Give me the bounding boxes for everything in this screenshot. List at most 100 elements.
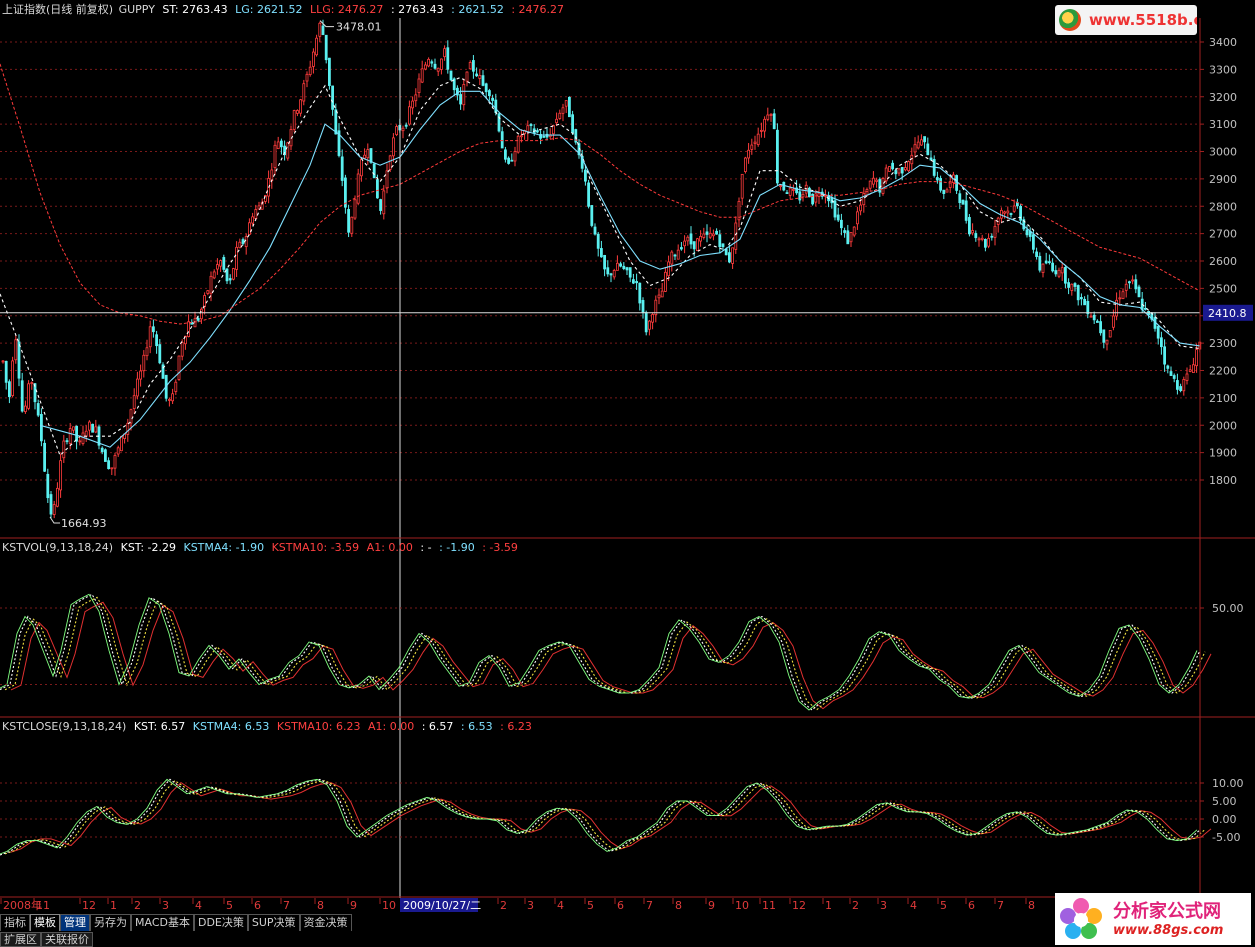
candle-down bbox=[510, 159, 514, 162]
price-tick-label: 2700 bbox=[1209, 228, 1237, 241]
candle-down bbox=[334, 109, 338, 135]
candle-down bbox=[1073, 283, 1077, 287]
candle-down bbox=[1092, 314, 1096, 321]
candle-up bbox=[142, 354, 146, 372]
osc-tick-label: 10.00 bbox=[1212, 777, 1244, 790]
candle-down bbox=[222, 257, 226, 270]
candle-up bbox=[366, 149, 370, 159]
candle-up bbox=[78, 440, 82, 443]
price-tick-label: 2600 bbox=[1209, 255, 1237, 268]
candle-down bbox=[571, 114, 574, 134]
candle-down bbox=[584, 169, 587, 182]
candle-up bbox=[311, 51, 315, 67]
candle-up bbox=[129, 409, 133, 424]
candle-down bbox=[587, 182, 590, 207]
candle-up bbox=[295, 110, 299, 114]
kstma10-line bbox=[10, 601, 1212, 710]
candle-up bbox=[359, 158, 363, 177]
candle-down bbox=[939, 178, 942, 191]
tab-7[interactable]: 资金决策 bbox=[299, 914, 352, 931]
candle-up bbox=[884, 167, 888, 182]
price-tick-label: 2900 bbox=[1209, 173, 1237, 186]
candle-down bbox=[936, 177, 939, 181]
candle-up bbox=[859, 204, 862, 212]
candle-down bbox=[433, 63, 437, 69]
candle-up bbox=[769, 114, 773, 116]
candle-down bbox=[968, 217, 971, 235]
candle-up bbox=[417, 78, 421, 93]
candle-up bbox=[750, 144, 754, 150]
tab-1[interactable]: 模板 bbox=[30, 914, 60, 931]
tab-0[interactable]: 指标 bbox=[0, 914, 30, 931]
tab-5[interactable]: DDE决策 bbox=[193, 914, 248, 931]
candle-up bbox=[116, 447, 120, 455]
x-tick-label: 9 bbox=[350, 899, 357, 912]
chart-canvas[interactable]: 1800190020002100220023002400250026002700… bbox=[0, 0, 1255, 947]
candle-down bbox=[158, 344, 162, 364]
x-tick-label: 5 bbox=[940, 899, 947, 912]
price-tick-label: 3000 bbox=[1209, 146, 1237, 159]
candle-up bbox=[712, 233, 715, 237]
x-axis: 2008年11 12 1 2 3 4 5 6 7 8 9 10 2009/10/27/二 2 3 4 5 6 7 8 9… bbox=[0, 898, 1035, 912]
candle-up bbox=[913, 144, 917, 153]
candle-down bbox=[1163, 346, 1166, 365]
candle-up bbox=[1131, 279, 1134, 282]
candle-up bbox=[94, 426, 98, 433]
vol-title: KSTVOL(9,13,18,24) bbox=[2, 541, 114, 554]
candle-up bbox=[977, 238, 981, 241]
bottom-tab-0[interactable]: 扩展区 bbox=[0, 932, 41, 947]
candle-up bbox=[856, 211, 859, 225]
candle-up bbox=[888, 166, 891, 172]
candle-down bbox=[606, 267, 610, 275]
tab-3[interactable]: 另存为 bbox=[90, 914, 131, 931]
candle-down bbox=[507, 157, 511, 164]
main-llg-value: LLG: 2476.27 bbox=[309, 3, 384, 16]
tab-4[interactable]: MACD基本 bbox=[131, 914, 194, 931]
price-tick-label: 2300 bbox=[1209, 337, 1237, 350]
x-tick-label: 3 bbox=[162, 899, 169, 912]
close-header: KSTCLOSE(9,13,18,24) KST: 6.57 KSTMA4: 6… bbox=[2, 720, 536, 734]
bottom-tab-1[interactable]: 关联报价 bbox=[41, 932, 93, 947]
ma-line-llg bbox=[0, 63, 1201, 325]
candle-down bbox=[1009, 213, 1013, 215]
candle-down bbox=[680, 247, 683, 250]
candle-up bbox=[616, 262, 619, 271]
kst-green-line bbox=[0, 778, 1198, 855]
candle-up bbox=[1003, 211, 1006, 214]
tab-6[interactable]: SUP决策 bbox=[247, 914, 300, 931]
candle-down bbox=[1137, 286, 1141, 298]
candle-up bbox=[868, 180, 872, 189]
candle-up bbox=[286, 142, 290, 159]
candle-up bbox=[177, 355, 181, 380]
candle-up bbox=[1118, 297, 1122, 300]
candle-down bbox=[1080, 297, 1083, 300]
candle-up bbox=[1041, 263, 1045, 273]
candle-down bbox=[494, 99, 498, 113]
candle-up bbox=[1060, 267, 1064, 274]
candle-up bbox=[1182, 379, 1186, 392]
candle-down bbox=[632, 279, 635, 284]
candle-up bbox=[792, 189, 795, 191]
candle-down bbox=[1176, 380, 1179, 390]
candle-down bbox=[1051, 262, 1054, 272]
candle-down bbox=[430, 61, 434, 64]
candle-down bbox=[20, 380, 24, 412]
price-tick-label: 3300 bbox=[1209, 63, 1237, 76]
candle-up bbox=[68, 428, 72, 444]
candle-up bbox=[11, 360, 15, 396]
candle-up bbox=[676, 249, 680, 260]
candle-up bbox=[1124, 283, 1128, 291]
candle-up bbox=[59, 460, 62, 491]
tab-2[interactable]: 管理 bbox=[60, 914, 90, 931]
candle-down bbox=[1076, 285, 1080, 301]
candle-down bbox=[46, 473, 50, 499]
close-v2: : 6.53 bbox=[460, 720, 493, 733]
candle-down bbox=[891, 162, 894, 170]
candle-down bbox=[900, 167, 904, 174]
candle-down bbox=[596, 233, 600, 249]
candle-down bbox=[1025, 229, 1029, 236]
x-tick-label: 4 bbox=[910, 899, 917, 912]
candle-up bbox=[971, 230, 974, 234]
candle-up bbox=[139, 370, 143, 380]
candle-down bbox=[43, 442, 46, 472]
